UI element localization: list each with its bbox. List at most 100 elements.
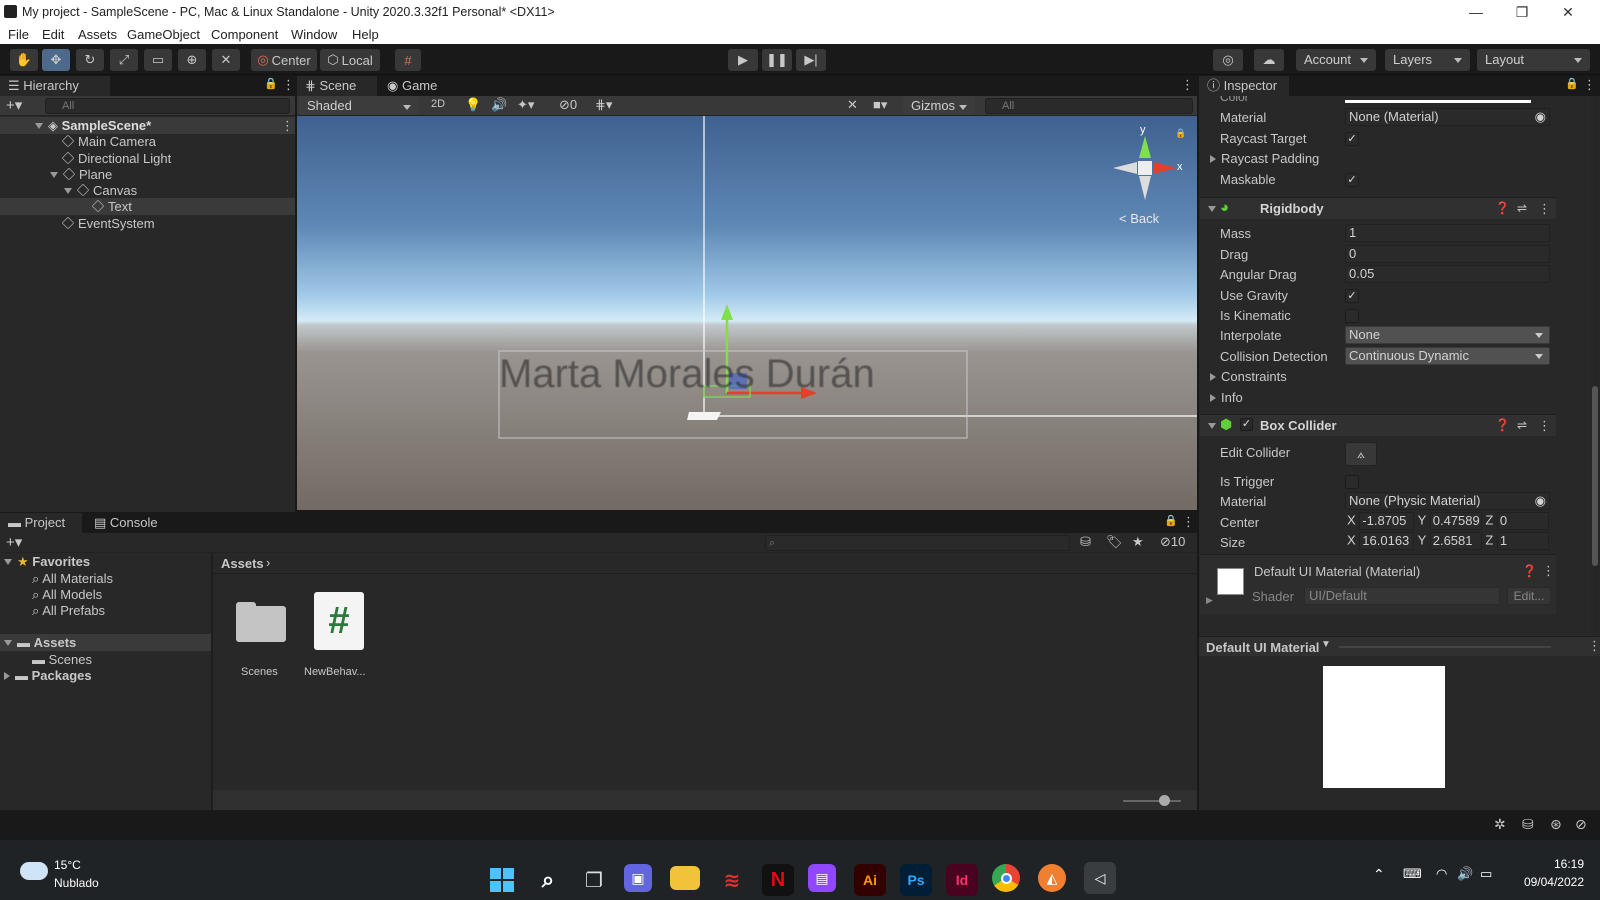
grid-visibility-icon[interactable]: ⋕▾ bbox=[595, 97, 612, 113]
material-field[interactable]: None (Material) ◉ bbox=[1345, 108, 1550, 126]
preset-icon[interactable]: ⇌ bbox=[1517, 201, 1527, 215]
lighting-icon[interactable]: 💡 bbox=[465, 97, 481, 113]
favorite-icon[interactable]: ★ bbox=[1132, 534, 1144, 550]
component-menu-icon[interactable]: ⋮ bbox=[1538, 418, 1551, 434]
step-button[interactable]: ▶| bbox=[796, 49, 826, 71]
favorites-header[interactable]: ★ Favorites bbox=[4, 553, 90, 570]
audio-icon[interactable]: 🔊 bbox=[491, 97, 507, 113]
center-x-field[interactable]: -1.8705 bbox=[1359, 512, 1415, 530]
wifi-icon[interactable]: ◠ bbox=[1436, 866, 1447, 882]
size-y-field[interactable]: 2.6581 bbox=[1429, 532, 1482, 550]
scene-menu-icon[interactable]: ⋮ bbox=[281, 117, 294, 134]
menu-help[interactable]: Help bbox=[352, 27, 379, 42]
collab-icon[interactable]: ◎ bbox=[1213, 49, 1243, 71]
help-icon[interactable]: ❓ bbox=[1495, 201, 1510, 215]
search-icon[interactable]: ⌕ bbox=[532, 864, 564, 896]
clock-time[interactable]: 16:19 bbox=[1536, 857, 1584, 871]
edit-shader-button[interactable]: Edit... bbox=[1507, 587, 1551, 605]
rect-tool-icon[interactable]: ▭ bbox=[144, 49, 172, 71]
hierarchy-item[interactable]: Plane bbox=[50, 166, 112, 183]
chevron-up-icon[interactable]: ⌃ bbox=[1373, 866, 1385, 883]
hidden-packages-icon[interactable]: ⊘10 bbox=[1160, 534, 1185, 550]
tools-icon[interactable]: ✕ bbox=[847, 97, 858, 113]
tab-inspector[interactable]: ⓘ Inspector bbox=[1199, 76, 1289, 96]
asset-scenes[interactable]: Scenes bbox=[236, 598, 286, 678]
scene-search-input[interactable]: All bbox=[985, 98, 1193, 114]
lock-icon[interactable]: 🔒 bbox=[264, 77, 278, 90]
preview-header[interactable]: Default UI Material ▼ ⋮ bbox=[1199, 636, 1600, 656]
layout-dropdown[interactable]: Layout bbox=[1477, 49, 1590, 71]
collapse-icon[interactable]: ▶ bbox=[1206, 595, 1213, 606]
menu-assets[interactable]: Assets bbox=[78, 27, 117, 42]
network-icon[interactable]: ⊛ bbox=[1550, 816, 1562, 833]
menu-gameobject[interactable]: GameObject bbox=[127, 27, 200, 42]
indesign-icon[interactable]: Id bbox=[946, 864, 978, 896]
task-view-icon[interactable]: ❐ bbox=[578, 864, 610, 896]
windows-start-icon[interactable] bbox=[486, 864, 518, 896]
project-search-input[interactable]: ⌕ bbox=[765, 535, 1070, 551]
lock-icon[interactable]: 🔒 bbox=[1565, 77, 1579, 90]
constraints-foldout[interactable]: Constraints bbox=[1210, 369, 1287, 384]
rigidbody-header[interactable]: ◕ Rigidbody ❓ ⇌ ⋮ bbox=[1200, 197, 1556, 219]
angular-drag-field[interactable]: 0.05 bbox=[1345, 265, 1550, 283]
edit-collider-button[interactable]: ⟑ bbox=[1345, 442, 1377, 466]
teams-chat-icon[interactable]: ▣ bbox=[624, 864, 652, 892]
check-icon[interactable]: ⊘ bbox=[1575, 816, 1587, 833]
hierarchy-item-selected[interactable]: Text bbox=[0, 198, 295, 215]
hierarchy-item[interactable]: Directional Light bbox=[61, 150, 171, 167]
assets-folder[interactable]: ▬ Assets bbox=[0, 634, 211, 651]
chrome-icon[interactable] bbox=[992, 864, 1020, 892]
gizmo-view-label[interactable]: < Back bbox=[1119, 211, 1159, 226]
gizmo-lock-icon[interactable]: 🔒 bbox=[1175, 128, 1186, 139]
hierarchy-item[interactable]: Main Camera bbox=[61, 133, 156, 150]
filter-type-icon[interactable]: ⛁ bbox=[1080, 534, 1091, 550]
cache-icon[interactable]: ⛁ bbox=[1522, 816, 1534, 833]
component-menu-icon[interactable]: ⋮ bbox=[1542, 563, 1555, 579]
size-x-field[interactable]: 16.0163 bbox=[1359, 532, 1415, 550]
pivot-local-button[interactable]: ⬡ Local bbox=[320, 49, 380, 71]
use-gravity-checkbox[interactable]: ✓ bbox=[1345, 289, 1359, 303]
weather-desc[interactable]: Nublado bbox=[54, 876, 99, 890]
zoom-slider-track[interactable] bbox=[1123, 800, 1181, 802]
hidden-objects-icon[interactable]: ⊘0 bbox=[559, 97, 577, 113]
object-picker-icon[interactable]: ◉ bbox=[1535, 493, 1546, 509]
collision-detection-dropdown[interactable]: Continuous Dynamic bbox=[1345, 347, 1550, 365]
grid-snap-icon[interactable]: # bbox=[395, 49, 421, 71]
photoshop-icon[interactable]: Ps bbox=[900, 864, 932, 896]
asset-script[interactable]: # NewBehav... bbox=[304, 592, 366, 678]
drag-field[interactable]: 0 bbox=[1345, 245, 1550, 263]
file-explorer-icon[interactable] bbox=[670, 866, 700, 890]
orientation-gizmo[interactable] bbox=[1113, 136, 1177, 200]
enabled-checkbox[interactable]: ✓ bbox=[1240, 418, 1253, 431]
help-icon[interactable]: ❓ bbox=[1495, 418, 1510, 432]
hand-tool-icon[interactable]: ✋ bbox=[10, 49, 38, 71]
scale-tool-icon[interactable]: ⤢ bbox=[110, 49, 138, 71]
move-tool-icon[interactable]: ✥ bbox=[42, 49, 70, 71]
menu-component[interactable]: Component bbox=[211, 27, 278, 42]
center-y-field[interactable]: 0.47589 bbox=[1429, 512, 1482, 530]
menu-file[interactable]: File bbox=[8, 27, 29, 42]
tab-project[interactable]: ▬ Project bbox=[0, 513, 82, 533]
favorite-item[interactable]: ⌕ All Prefabs bbox=[32, 602, 105, 619]
cloud-icon[interactable]: ☁ bbox=[1254, 49, 1284, 71]
layers-dropdown[interactable]: Layers bbox=[1385, 49, 1470, 71]
menu-edit[interactable]: Edit bbox=[42, 27, 64, 42]
add-icon[interactable]: +▾ bbox=[6, 96, 22, 114]
interpolate-dropdown[interactable]: None bbox=[1345, 326, 1550, 344]
shading-dropdown[interactable]: Shaded bbox=[299, 96, 419, 115]
2d-toggle[interactable]: 2D bbox=[431, 98, 445, 110]
minimize-button[interactable]: — bbox=[1453, 0, 1499, 24]
folder-item[interactable]: ▬ Scenes bbox=[32, 651, 92, 668]
twitch-icon[interactable]: ▤ bbox=[808, 864, 836, 892]
pause-button[interactable]: ❚❚ bbox=[762, 49, 792, 71]
transform-tool-icon[interactable]: ⊕ bbox=[178, 49, 206, 71]
effects-icon[interactable]: ✦▾ bbox=[517, 97, 534, 113]
hierarchy-item[interactable]: Canvas bbox=[64, 182, 137, 199]
scene-viewport[interactable]: y x 🔒 < Back Marta Morales Durán bbox=[297, 116, 1197, 510]
y-axis-arrow[interactable] bbox=[721, 304, 733, 320]
object-picker-icon[interactable]: ◉ bbox=[1535, 109, 1546, 125]
maskable-checkbox[interactable]: ✓ bbox=[1345, 173, 1359, 187]
hierarchy-search-input[interactable]: All bbox=[45, 98, 290, 114]
scene-row[interactable]: ◈ SampleScene* ⋮ bbox=[0, 117, 295, 134]
menu-window[interactable]: Window bbox=[291, 27, 337, 42]
